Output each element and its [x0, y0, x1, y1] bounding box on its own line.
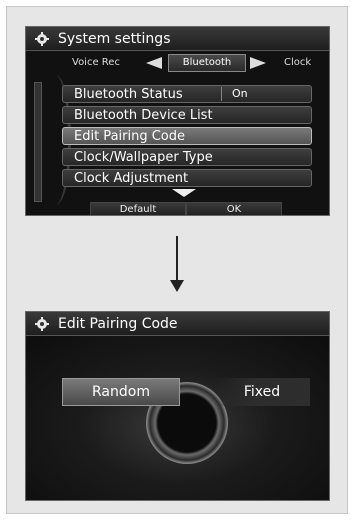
tab-bar: Voice Rec Bluetooth Clock: [26, 54, 329, 72]
down-arrow-head: [170, 280, 184, 292]
arrow-right-icon[interactable]: [250, 57, 266, 69]
tab-clock[interactable]: Clock: [284, 57, 311, 68]
menu-item-label: Bluetooth Device List: [74, 108, 213, 123]
menu-item-label: Bluetooth Status: [74, 87, 183, 102]
menu-item-clock-wallpaper-type[interactable]: Clock/Wallpaper Type: [62, 148, 312, 166]
page-title: Edit Pairing Code: [58, 316, 178, 332]
ok-button[interactable]: OK: [186, 202, 282, 215]
random-option-button[interactable]: Random: [62, 378, 180, 406]
menu-item-label: Clock/Wallpaper Type: [74, 150, 213, 165]
scroll-down-icon[interactable]: [172, 189, 196, 197]
menu-item-bluetooth-device-list[interactable]: Bluetooth Device List: [62, 106, 312, 124]
default-button[interactable]: Default: [90, 202, 186, 215]
menu-item-label: Edit Pairing Code: [74, 129, 186, 144]
tab-bluetooth[interactable]: Bluetooth: [168, 54, 246, 72]
gear-icon: [35, 32, 49, 46]
menu-item-bluetooth-status[interactable]: Bluetooth Status On: [62, 85, 312, 103]
edit-pairing-code-screen: Edit Pairing Code Random Fixed: [25, 311, 330, 501]
title-bar: Edit Pairing Code: [26, 312, 329, 336]
status-value: On: [221, 87, 307, 101]
title-bar: System settings: [26, 27, 329, 51]
fixed-option-button[interactable]: Fixed: [214, 378, 310, 406]
menu-item-clock-adjustment[interactable]: Clock Adjustment: [62, 169, 312, 187]
menu-item-label: Clock Adjustment: [74, 171, 189, 186]
down-arrow-icon: [176, 236, 178, 280]
system-settings-screen: System settings Voice Rec Bluetooth Cloc…: [25, 26, 330, 216]
tab-voice-rec[interactable]: Voice Rec: [72, 57, 120, 68]
menu-item-edit-pairing-code[interactable]: Edit Pairing Code: [62, 127, 312, 145]
gear-icon: [35, 317, 49, 331]
page-title: System settings: [58, 31, 171, 47]
arrow-left-icon[interactable]: [146, 57, 162, 69]
